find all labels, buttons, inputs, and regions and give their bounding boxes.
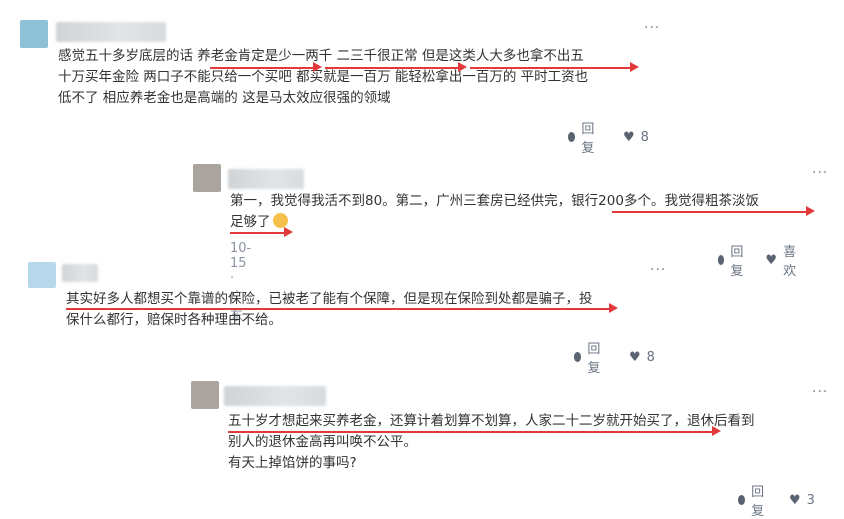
reply-icon[interactable]	[568, 132, 576, 142]
comment-actions: 回复 ♥ 3	[738, 481, 815, 519]
annotation-arrow	[609, 303, 618, 313]
annotation-underline	[325, 67, 460, 69]
comment-text-fragment: 足够了	[230, 214, 271, 230]
reply-icon[interactable]	[738, 495, 746, 505]
comment-actions: 回复 ♥ 8	[568, 118, 649, 156]
comment-text-line: 十万买年金险 两口子不能只给一个买吧 都买就是一百万 能轻松拿出一百万的 平时工…	[58, 69, 589, 85]
username-blurred[interactable]	[224, 386, 326, 406]
heart-icon[interactable]: ♥	[789, 493, 801, 508]
comment-text-line: 保什么都行，赔保时各种理由不给。	[66, 312, 282, 328]
like-button[interactable]: 喜欢	[783, 241, 800, 279]
more-options-icon[interactable]: ···	[812, 165, 828, 181]
avatar[interactable]	[28, 262, 56, 288]
comment-date: 10-15	[230, 241, 252, 271]
reply-button[interactable]: 回复	[751, 481, 770, 519]
avatar[interactable]	[20, 20, 48, 48]
heart-icon[interactable]: ♥	[765, 253, 777, 268]
annotation-arrow	[630, 62, 639, 72]
reply-button[interactable]: 回复	[581, 118, 600, 156]
heart-icon[interactable]: ♥	[629, 350, 641, 365]
annotation-underline	[210, 67, 315, 69]
more-options-icon[interactable]: ···	[650, 262, 666, 278]
annotation-arrow	[458, 62, 467, 72]
smile-emoji-icon	[272, 213, 288, 228]
avatar[interactable]	[191, 381, 219, 409]
comment-text-line: 足够了	[230, 212, 288, 233]
comment-text-line: 低不了 相应养老金也是高端的 这是马太效应很强的领域	[58, 90, 391, 106]
like-count: 8	[646, 349, 655, 365]
comment-text-line: 有天上掉馅饼的事吗?	[228, 455, 357, 471]
annotation-arrow	[806, 206, 815, 216]
reply-button[interactable]: 回复	[730, 241, 747, 279]
annotation-underline	[612, 211, 807, 213]
comment-actions: 回复 ♥ 8	[574, 338, 655, 376]
annotation-arrow	[313, 62, 322, 72]
like-count: 3	[806, 492, 815, 508]
reply-icon[interactable]	[574, 352, 582, 362]
username-blurred[interactable]	[228, 169, 304, 189]
more-options-icon[interactable]: ···	[812, 384, 828, 400]
more-options-icon[interactable]: ···	[644, 20, 660, 36]
annotation-underline	[230, 232, 285, 234]
reply-button[interactable]: 回复	[587, 338, 606, 376]
heart-icon[interactable]: ♥	[623, 130, 635, 145]
annotation-underline	[228, 431, 714, 433]
username-blurred[interactable]	[56, 22, 166, 42]
username-blurred[interactable]	[62, 264, 98, 282]
avatar[interactable]	[193, 164, 221, 192]
annotation-arrow	[284, 227, 293, 237]
reply-icon[interactable]	[718, 255, 725, 265]
comment-text-line: 别人的退休金高再叫唤不公平。	[228, 434, 417, 450]
annotation-underline	[66, 308, 611, 310]
comment-text-line: 第一，我觉得我活不到80。第二，广州三套房已经供完，银行200多个。我觉得粗茶淡…	[230, 193, 759, 209]
annotation-arrow	[712, 426, 721, 436]
comment-actions: 回复 ♥ 喜欢	[718, 241, 800, 279]
annotation-underline	[470, 67, 632, 69]
comment-text-line: 其实好多人都想买个靠谱的保险，已被老了能有个保障，但是现在保险到处都是骗子，投	[66, 291, 593, 307]
comment-text-line: 五十岁才想起来买养老金，还算计着划算不划算，人家二十二岁就开始买了，退休后看到	[228, 413, 755, 429]
like-count: 8	[640, 129, 649, 145]
